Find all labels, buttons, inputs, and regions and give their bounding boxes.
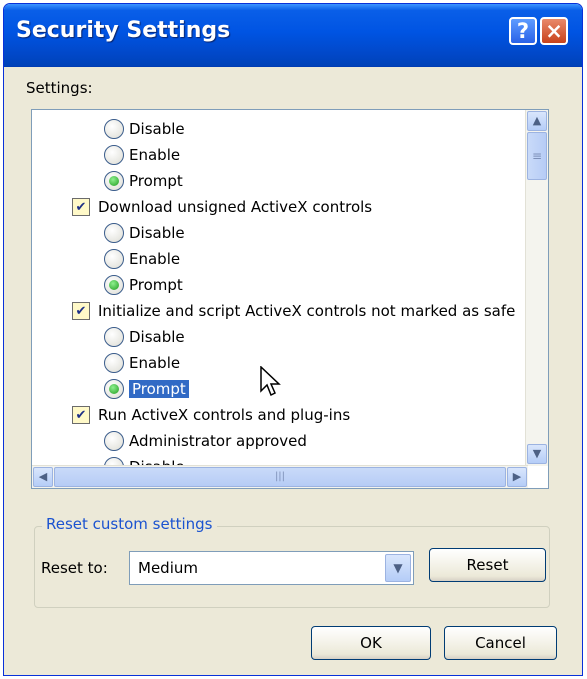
- list-item-option[interactable]: Disable: [104, 221, 185, 245]
- radio-button-selected[interactable]: [104, 275, 124, 295]
- horizontal-scroll-thumb[interactable]: |||: [54, 467, 506, 487]
- option-label: Administrator approved: [129, 432, 307, 450]
- list-item-option[interactable]: Prompt: [104, 169, 183, 193]
- help-button[interactable]: ?: [509, 17, 537, 45]
- reset-group-label: Reset custom settings: [42, 515, 217, 533]
- radio-button[interactable]: [104, 353, 124, 373]
- setting-category-icon: ✔: [72, 198, 90, 216]
- settings-listbox[interactable]: Disable Enable Prompt ✔ Download unsigne…: [31, 109, 549, 489]
- settings-label: Settings:: [26, 79, 93, 97]
- ok-button[interactable]: OK: [311, 626, 431, 660]
- setting-category-icon: ✔: [72, 302, 90, 320]
- option-label: Disable: [129, 328, 185, 346]
- option-label: Prompt: [129, 276, 183, 294]
- option-label: Disable: [129, 224, 185, 242]
- option-label: Enable: [129, 146, 181, 164]
- option-label-highlighted: Prompt: [129, 380, 189, 398]
- vertical-scrollbar[interactable]: ▲ ≡ ▼: [525, 110, 548, 466]
- cancel-button[interactable]: Cancel: [444, 626, 557, 660]
- category-label: Download unsigned ActiveX controls: [98, 198, 373, 216]
- list-item-option[interactable]: Enable: [104, 143, 180, 167]
- close-button[interactable]: ×: [540, 17, 568, 45]
- list-item-category: ✔ Initialize and script ActiveX controls…: [72, 299, 515, 323]
- scroll-down-icon[interactable]: ▼: [527, 444, 547, 464]
- list-item-option[interactable]: Enable: [104, 247, 180, 271]
- title-bar[interactable]: Security Settings ? ×: [4, 4, 582, 67]
- setting-category-icon: ✔: [72, 406, 90, 424]
- list-item-option[interactable]: Disable: [104, 325, 185, 349]
- list-item-option[interactable]: Enable: [104, 351, 180, 375]
- scroll-left-icon[interactable]: ◀: [33, 467, 53, 487]
- security-settings-dialog: Security Settings ? × Settings: Disable …: [3, 3, 583, 676]
- reset-level-select[interactable]: Medium ▼: [129, 551, 414, 585]
- settings-tree: Disable Enable Prompt ✔ Download unsigne…: [32, 110, 528, 466]
- radio-button[interactable]: [104, 249, 124, 269]
- radio-button[interactable]: [104, 327, 124, 347]
- mouse-pointer-icon: [260, 366, 281, 397]
- radio-button-selected[interactable]: [104, 379, 124, 399]
- dialog-title: Security Settings: [16, 18, 231, 43]
- reset-button[interactable]: Reset: [429, 548, 546, 582]
- list-item-option[interactable]: Prompt: [104, 273, 183, 297]
- list-item-category: ✔ Run ActiveX controls and plug-ins: [72, 403, 350, 427]
- radio-button-selected[interactable]: [104, 171, 124, 191]
- list-item-option[interactable]: Administrator approved: [104, 429, 307, 453]
- scroll-up-icon[interactable]: ▲: [527, 111, 547, 131]
- scroll-right-icon[interactable]: ▶: [507, 467, 527, 487]
- option-label: Enable: [129, 354, 181, 372]
- radio-button[interactable]: [104, 119, 124, 139]
- thumb-grip-icon: ≡: [531, 149, 543, 163]
- radio-button[interactable]: [104, 431, 124, 451]
- option-label: Enable: [129, 250, 181, 268]
- option-label: Prompt: [129, 172, 183, 190]
- reset-level-value: Medium: [138, 559, 198, 577]
- horizontal-scrollbar[interactable]: ◀ ||| ▶: [32, 465, 528, 488]
- radio-button[interactable]: [104, 145, 124, 165]
- category-label: Initialize and script ActiveX controls n…: [98, 302, 516, 320]
- chevron-down-icon[interactable]: ▼: [385, 554, 411, 582]
- option-label: Disable: [129, 120, 185, 138]
- list-item-option[interactable]: Disable: [104, 117, 185, 141]
- list-item-category: ✔ Download unsigned ActiveX controls: [72, 195, 372, 219]
- radio-button[interactable]: [104, 223, 124, 243]
- list-item-option[interactable]: Prompt: [104, 377, 189, 401]
- category-label: Run ActiveX controls and plug-ins: [98, 406, 351, 424]
- vertical-scroll-thumb[interactable]: ≡: [527, 132, 547, 180]
- reset-to-label: Reset to:: [41, 559, 108, 577]
